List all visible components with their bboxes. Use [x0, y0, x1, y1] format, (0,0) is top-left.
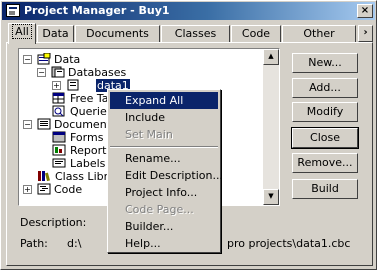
build-button[interactable]: Build: [292, 179, 358, 199]
context-menu: Expand All Include Set Main Rename... Ed…: [107, 89, 223, 253]
collapse-icon[interactable]: −: [23, 55, 32, 64]
tab-other[interactable]: Other: [282, 25, 356, 43]
database-file-icon: [67, 79, 79, 91]
tab-scroll-button[interactable]: ›: [358, 25, 373, 42]
query-icon: [52, 105, 65, 117]
tree-scrollbar[interactable]: ▲ ▼: [263, 49, 279, 205]
tab-documents[interactable]: Documents: [75, 25, 160, 43]
documents-icon: [37, 118, 51, 130]
tab-code[interactable]: Code: [231, 25, 281, 43]
new-button[interactable]: New...: [292, 53, 358, 73]
table-icon: [52, 92, 65, 104]
tree-item-databases[interactable]: − Databases: [37, 66, 257, 79]
close-window-button[interactable]: ×: [357, 4, 373, 18]
tree-label: Free Ta: [70, 92, 109, 105]
tree-label: Data: [54, 53, 81, 66]
tree-label: Reports: [70, 144, 113, 157]
scroll-down-button[interactable]: ▼: [263, 189, 279, 205]
tab-all[interactable]: All: [8, 23, 36, 44]
menu-item-include[interactable]: Include: [110, 109, 218, 126]
tab-strip: All Data Documents Classes Code Other ›: [6, 23, 376, 44]
tab-classes[interactable]: Classes: [161, 25, 230, 43]
tree-item-data[interactable]: − Data: [23, 53, 263, 66]
tree-label: Forms: [70, 131, 104, 144]
scroll-up-button[interactable]: ▲: [263, 49, 279, 65]
class-library-icon: [38, 171, 50, 182]
path-value-tail: pro projects\data1.cbc: [227, 237, 351, 250]
tree-label: Labels: [70, 157, 106, 170]
tree-label: Code: [54, 183, 83, 196]
tab-data[interactable]: Data: [37, 25, 74, 43]
project-manager-window: Project Manager - Buy1 × All Data Docume…: [0, 0, 377, 270]
menu-item-project-info[interactable]: Project Info...: [110, 184, 218, 201]
add-button[interactable]: Add...: [292, 78, 358, 98]
code-icon: [37, 183, 51, 195]
menu-item-edit-description[interactable]: Edit Description...: [110, 167, 223, 184]
report-icon: [52, 144, 66, 156]
form-icon: [52, 131, 66, 143]
window-title: Project Manager - Buy1: [24, 4, 170, 17]
project-manager-icon: [6, 4, 20, 17]
collapse-icon[interactable]: −: [23, 120, 32, 129]
label-icon: [52, 158, 66, 168]
modify-button[interactable]: Modify: [292, 102, 358, 122]
menu-item-help[interactable]: Help...: [110, 235, 218, 252]
expand-icon[interactable]: +: [52, 81, 61, 90]
menu-item-code-page[interactable]: Code Page...: [110, 201, 218, 218]
menu-item-rename[interactable]: Rename...: [110, 150, 218, 167]
tree-label: Databases: [68, 66, 127, 79]
remove-button[interactable]: Remove...: [292, 153, 358, 173]
collapse-icon[interactable]: −: [37, 68, 46, 77]
title-bar[interactable]: Project Manager - Buy1 ×: [2, 2, 375, 20]
expand-icon[interactable]: +: [23, 185, 32, 194]
path-value: d:\: [67, 237, 82, 250]
close-button[interactable]: Close: [291, 127, 359, 149]
menu-item-expand-all[interactable]: Expand All: [110, 92, 218, 109]
menu-item-set-main[interactable]: Set Main: [110, 126, 218, 143]
description-label: Description:: [20, 216, 87, 229]
menu-separator: [110, 146, 218, 148]
menu-item-builder[interactable]: Builder...: [110, 218, 218, 235]
data-folder-icon: [37, 53, 51, 65]
database-icon: [51, 66, 65, 78]
path-label: Path:: [20, 237, 48, 250]
tree-label: Class Libra: [55, 170, 115, 183]
